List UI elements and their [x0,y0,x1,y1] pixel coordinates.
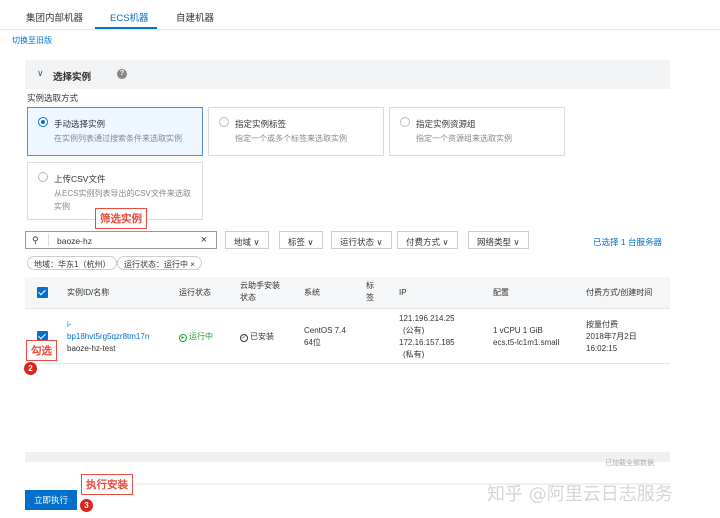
switch-old-version-link[interactable]: 切换至旧版 [12,35,52,46]
callout-filter-instance: 筛选实例 [95,208,147,229]
tab-internal-machines[interactable]: 集团内部机器 [26,10,83,24]
watermark: 知乎 @阿里云日志服务 [487,484,673,505]
instance-id-prefix[interactable]: i- [67,319,71,331]
select-all-checkbox[interactable] [37,287,48,298]
radio-resource-group[interactable] [400,117,410,127]
radio-csv[interactable] [38,172,48,182]
select-instance-section-header[interactable]: ∨ 选择实例 ? [25,60,670,89]
table-row[interactable]: i- bp18hvt5rg5qzr8tm17n baoze-hz-test ▸ 运… [25,309,670,364]
th-status: 运行状态 [179,288,211,297]
th-assistant: 云助手安装状态 [240,281,280,302]
callout-badge-3: 3 [80,499,93,512]
filter-region[interactable]: 地域 ∨ [225,231,269,249]
callout-check: 勾选 [26,340,57,361]
os-name: CentOS 7.4 [304,326,346,335]
assistant-status: ✓ 已安装 [240,331,274,343]
card-manual-select[interactable]: 手动选择实例 在实例列表通过搜索条件来选取实例 [27,107,203,156]
chip-region: 地域：华东1（杭州） [27,256,118,270]
card-tag-select[interactable]: 指定实例标签 指定一个或多个标签来选取实例 [208,107,384,156]
card-desc: 在实例列表通过搜索条件来选取实例 [54,134,182,143]
selection-method-label: 实例选取方式 [27,93,79,103]
chevron-down-icon: ∨ [513,237,520,247]
filter-run-status[interactable]: 运行状态 ∨ [331,231,392,249]
filter-label: 地域 [234,237,252,247]
filter-pay-type[interactable]: 付费方式 ∨ [397,231,458,249]
public-ip-note: (公有) [403,326,425,335]
os-arch: 64位 [304,338,321,347]
tab-bar: 集团内部机器 ECS机器 自建机器 [0,0,720,30]
card-title: 手动选择实例 [54,119,106,129]
divider [48,234,49,246]
config-type: ecs.t5-lc1m1.small [493,338,560,347]
chip-label: 运行状态：运行中 [124,260,188,269]
filter-network-type[interactable]: 网络类型 ∨ [468,231,529,249]
card-desc: 指定一个资源组来选取实例 [416,134,512,143]
chevron-down-icon[interactable]: ∨ [37,68,44,79]
chevron-down-icon: ∨ [376,237,383,247]
card-desc: 指定一个或多个标签来选取实例 [235,134,347,143]
private-ip: 172.16.157.185 [399,338,455,347]
filter-label: 网络类型 [477,237,512,247]
config-cpu: 1 vCPU 1 GiB [493,326,543,335]
table-header: 实例ID/名称 运行状态 云助手安装状态 系统 标签 IP 配置 付费方式/创建… [25,277,670,309]
search-input[interactable]: ⚲ baoze-hz × [25,231,217,249]
created-date: 2018年7月2日 [586,332,637,341]
search-icon: ⚲ [32,235,39,245]
filter-label: 付费方式 [406,237,441,247]
filter-tag[interactable]: 标签 ∨ [279,231,323,249]
close-icon[interactable]: × [190,260,195,269]
section-title: 选择实例 [53,72,92,83]
th-pay-created: 付费方式/创建时间 [586,288,653,297]
tab-ecs-machines[interactable]: ECS机器 [110,10,149,24]
filter-label: 运行状态 [340,237,375,247]
execute-now-button[interactable]: 立即执行 [25,490,77,510]
help-icon[interactable]: ? [117,69,127,79]
private-ip-note: (私有) [403,350,425,359]
chip-run-status[interactable]: 运行状态：运行中 × [117,256,202,270]
public-ip: 121.196.214.25 [399,314,455,323]
status-text: 运行中 [189,332,213,341]
card-title: 指定实例标签 [235,119,287,129]
clear-icon[interactable]: × [201,234,207,246]
radio-tag[interactable] [219,117,229,127]
th-ip: IP [399,288,407,297]
pay-type: 按量付费 [586,320,618,329]
card-title: 上传CSV文件 [54,174,106,184]
check-icon: ✓ [240,334,248,342]
radio-manual[interactable] [38,117,48,127]
th-tag: 标签 [366,281,374,302]
th-instance: 实例ID/名称 [67,288,110,297]
search-input-value[interactable]: baoze-hz [57,236,92,246]
created-time: 16:02:15 [586,344,618,353]
table-footer-bar [25,452,670,462]
chevron-down-icon: ∨ [442,237,449,247]
chevron-down-icon: ∨ [253,237,260,247]
th-os: 系统 [304,288,320,297]
chevron-down-icon: ∨ [307,237,314,247]
card-resource-group-select[interactable]: 指定实例资源组 指定一个资源组来选取实例 [389,107,565,156]
th-config: 配置 [493,288,509,297]
instance-name: baoze-hz-test [67,344,116,353]
play-icon: ▸ [179,334,187,342]
status-badge: ▸ 运行中 [179,331,213,343]
assistant-text: 已安装 [250,332,274,341]
instance-id[interactable]: bp18hvt5rg5qzr8tm17n [67,331,149,343]
filter-label: 标签 [288,237,306,247]
selected-server-count[interactable]: 已选择 1 台服务器 [593,236,662,248]
tab-self-built-machines[interactable]: 自建机器 [176,10,214,24]
footer-text: 已加载全部数据 [605,460,654,467]
card-title: 指定实例资源组 [416,119,476,129]
callout-execute-install: 执行安装 [81,474,133,495]
callout-badge-2: 2 [24,362,37,375]
active-tab-indicator [95,27,157,29]
